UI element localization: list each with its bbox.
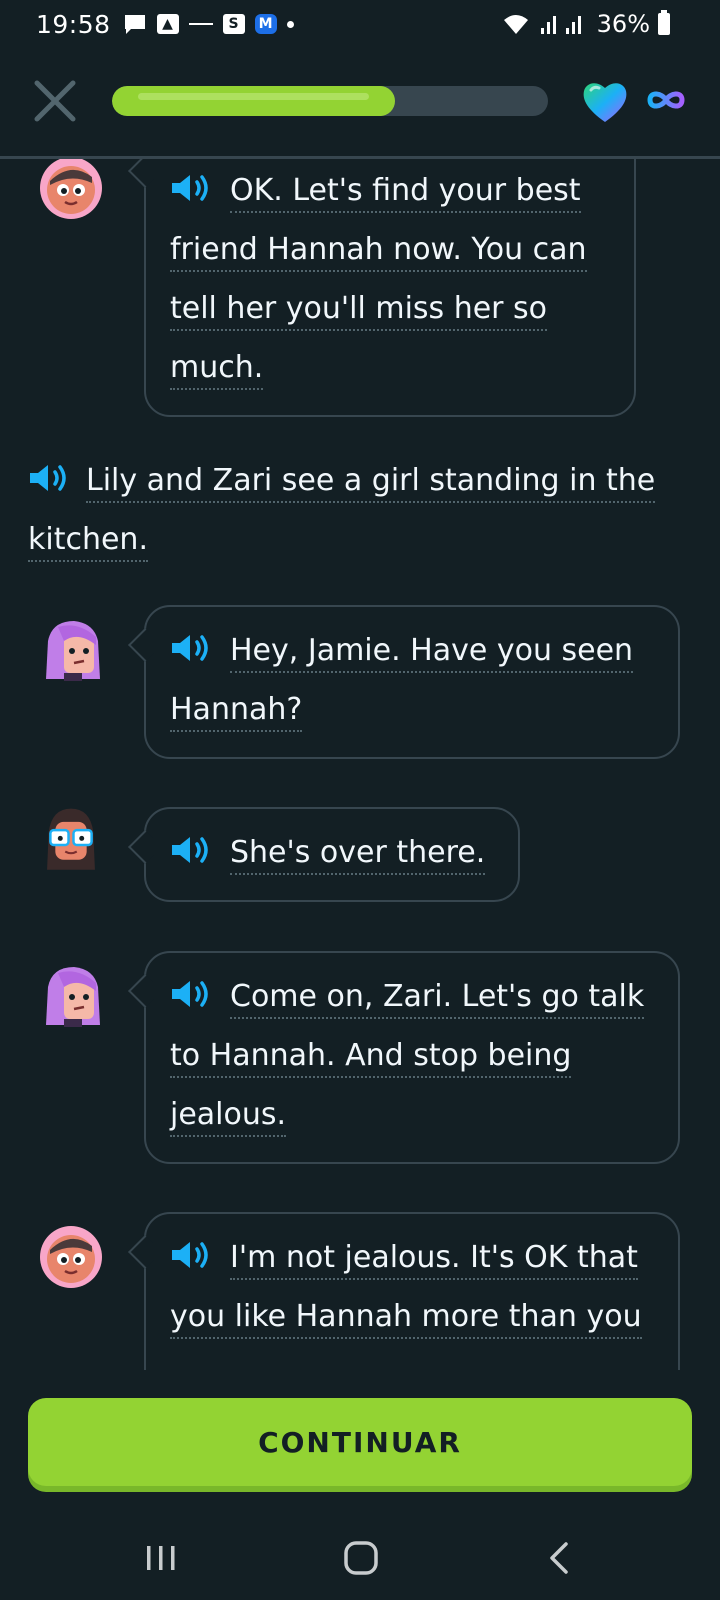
- dialogue-line[interactable]: She's over there.: [230, 835, 486, 875]
- dialogue-line[interactable]: jealous.: [170, 1097, 287, 1137]
- heart-icon[interactable]: [580, 78, 630, 124]
- dialogue-line[interactable]: friend Hannah now. You can: [170, 232, 587, 272]
- dialogue-line[interactable]: Hey, Jamie. Have you seen: [230, 633, 634, 673]
- speaker-icon[interactable]: [170, 632, 214, 664]
- zari-avatar: [40, 159, 102, 219]
- speaker-icon[interactable]: [170, 1239, 214, 1271]
- speech-bubble: She's over there.: [144, 807, 520, 902]
- speech-bubble: Come on, Zari. Let's go talk to Hannah. …: [144, 951, 680, 1164]
- speaker-icon[interactable]: [170, 978, 214, 1010]
- dialogue-message: She's over there.: [0, 807, 720, 912]
- speech-bubble: Hey, Jamie. Have you seen Hannah?: [144, 605, 680, 759]
- story-conversation[interactable]: OK. Let's find your best friend Hannah n…: [0, 159, 720, 1370]
- close-icon[interactable]: [32, 78, 78, 124]
- speech-bubble: OK. Let's find your best friend Hannah n…: [144, 159, 636, 417]
- notification-icon: [188, 23, 213, 25]
- dialogue-line[interactable]: I'm not jealous. It's OK that: [230, 1240, 638, 1280]
- continue-button[interactable]: CONTINUAR: [28, 1398, 692, 1486]
- dialogue-message: Come on, Zari. Let's go talk to Hannah. …: [0, 951, 720, 1176]
- dialogue-message: Hey, Jamie. Have you seen Hannah?: [0, 605, 720, 770]
- dialogue-line[interactable]: to Hannah. And stop being: [170, 1038, 572, 1078]
- system-icons: 36%: [501, 10, 670, 38]
- narration-line[interactable]: Lily and Zari see a girl standing in the: [86, 463, 656, 503]
- jamie-avatar: [47, 808, 95, 870]
- m-icon: M: [254, 14, 277, 34]
- recent-apps-icon[interactable]: [136, 1538, 186, 1578]
- dialogue-line[interactable]: Hannah?: [170, 692, 303, 732]
- home-icon[interactable]: [336, 1538, 386, 1578]
- dialogue-line[interactable]: OK. Let's find your best: [230, 173, 581, 213]
- notification-icons: ▲ S M: [123, 13, 294, 35]
- system-navigation-bar: [0, 1520, 720, 1600]
- dialogue-message: OK. Let's find your best friend Hannah n…: [0, 159, 720, 421]
- lily-avatar: [46, 967, 100, 1027]
- dialogue-line[interactable]: tell her you'll miss her so: [170, 291, 548, 331]
- dot-icon: [286, 20, 294, 28]
- lesson-header: [0, 58, 720, 154]
- infinity-icon: [647, 91, 685, 109]
- dialogue-line[interactable]: you like Hannah more than you: [170, 1299, 642, 1339]
- s-icon: S: [222, 14, 245, 34]
- speaker-icon[interactable]: [170, 834, 214, 866]
- wifi-icon: [503, 15, 528, 34]
- lily-avatar: [46, 621, 100, 681]
- app-icon: ▲: [156, 14, 179, 34]
- speaker-icon[interactable]: [170, 172, 214, 204]
- zari-avatar: [40, 1226, 102, 1288]
- progress-fill: [112, 86, 396, 116]
- dialogue-line[interactable]: much.: [170, 350, 264, 390]
- speech-bubble: I'm not jealous. It's OK that you like H…: [144, 1212, 680, 1370]
- status-bar: 19:58 ▲ S M 36%: [0, 0, 720, 48]
- back-icon[interactable]: [536, 1538, 586, 1578]
- narration: Lily and Zari see a girl standing in the…: [28, 451, 698, 569]
- dialogue-line[interactable]: Come on, Zari. Let's go talk: [230, 979, 645, 1019]
- speaker-icon[interactable]: [28, 462, 72, 494]
- dialogue-message: I'm not jealous. It's OK that you like H…: [0, 1212, 720, 1370]
- battery-icon: [658, 10, 670, 35]
- message-icon: [124, 15, 145, 34]
- status-time: 19:58: [36, 9, 111, 39]
- battery-percent: 36%: [596, 10, 650, 38]
- narration-line[interactable]: kitchen.: [28, 522, 148, 562]
- lesson-progress-bar: [112, 86, 548, 116]
- signal-icon: [540, 16, 581, 34]
